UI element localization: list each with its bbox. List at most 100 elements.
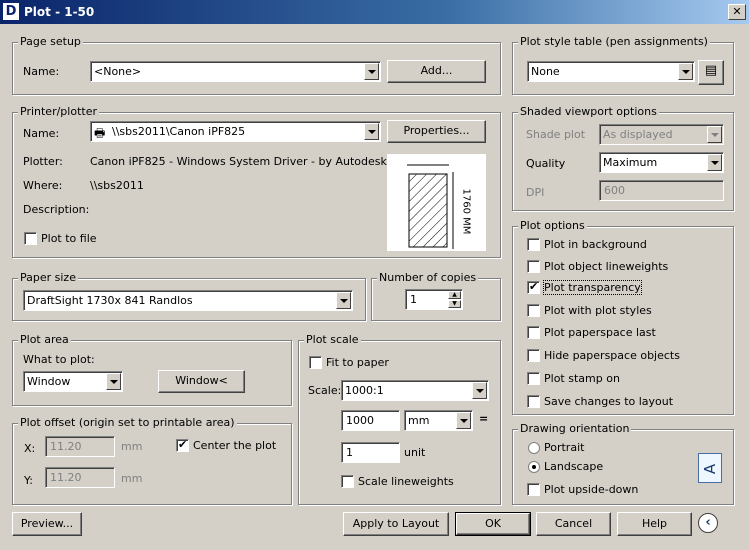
ok-button[interactable]: OK xyxy=(455,512,531,536)
spin-up-icon[interactable]: ▲ xyxy=(448,291,461,299)
copies-spinner[interactable]: 1 ▲ ▼ xyxy=(405,289,463,310)
chevron-down-icon[interactable] xyxy=(472,382,487,399)
unit-amount-input[interactable]: 1 xyxy=(341,442,400,463)
shade-plot-value: As displayed xyxy=(603,128,673,141)
title-bar: D Plot - 1-50 ✕ xyxy=(0,0,749,24)
cancel-button[interactable]: Cancel xyxy=(536,512,611,536)
orientation-letter: A xyxy=(701,463,720,475)
scale-combo[interactable]: 1000:1 xyxy=(341,380,489,401)
chevron-down-icon[interactable] xyxy=(364,123,379,140)
save-changes-checkbox[interactable] xyxy=(527,395,540,408)
plot-with-styles-checkbox[interactable] xyxy=(527,304,540,317)
portrait-radio[interactable] xyxy=(528,442,540,454)
unit-label: unit xyxy=(404,446,426,459)
chevron-down-icon[interactable] xyxy=(364,63,379,80)
offset-x-unit: mm xyxy=(121,440,143,453)
collapse-options-button[interactable]: ‹ xyxy=(698,513,718,533)
shade-plot-combo[interactable]: As displayed xyxy=(599,124,724,145)
plot-scale-legend: Plot scale xyxy=(304,333,361,346)
chevron-down-icon[interactable] xyxy=(336,292,351,309)
plot-object-lineweights-label: Plot object lineweights xyxy=(544,260,669,273)
orientation-preview-icon: A xyxy=(698,453,722,483)
plot-style-combo[interactable]: None xyxy=(527,61,695,82)
description-label: Description: xyxy=(23,203,90,216)
offset-x-label: X: xyxy=(24,442,36,455)
paper-size-legend: Paper size xyxy=(18,271,78,284)
paper-size-combo[interactable]: DraftSight 1730x 841 Randlos xyxy=(23,290,353,311)
help-button[interactable]: Help xyxy=(617,512,692,536)
plot-offset-legend: Plot offset (origin set to printable are… xyxy=(18,416,237,429)
plot-to-file-checkbox[interactable] xyxy=(24,232,37,245)
what-to-plot-combo[interactable]: Window xyxy=(23,371,123,392)
close-button[interactable]: ✕ xyxy=(728,4,746,20)
upside-down-label: Plot upside-down xyxy=(544,483,639,496)
shaded-viewport-legend: Shaded viewport options xyxy=(518,105,659,118)
copies-legend: Number of copies xyxy=(377,271,479,284)
where-value: \\sbs2011 xyxy=(90,179,144,192)
scale-lineweights-checkbox[interactable] xyxy=(341,475,354,488)
properties-button[interactable]: Properties... xyxy=(387,120,486,143)
chevron-down-icon[interactable] xyxy=(707,126,722,143)
offset-x-input[interactable]: 11.20 xyxy=(45,436,115,457)
plot-options-group: Plot options xyxy=(512,219,734,415)
plot-stamp-label: Plot stamp on xyxy=(544,372,620,385)
paper-dimension-label: 1760 MM xyxy=(460,188,472,235)
copies-value: 1 xyxy=(410,293,417,306)
plot-paperspace-last-checkbox[interactable] xyxy=(527,326,540,339)
plot-object-lineweights-checkbox[interactable] xyxy=(527,260,540,273)
plot-stamp-checkbox[interactable] xyxy=(527,372,540,385)
where-label: Where: xyxy=(23,179,63,192)
fit-to-paper-checkbox[interactable] xyxy=(309,356,322,369)
landscape-radio[interactable] xyxy=(528,461,540,473)
scale-amount-input[interactable]: 1000 xyxy=(341,410,400,431)
dpi-value: 600 xyxy=(604,184,625,197)
page-setup-legend: Page setup xyxy=(18,35,83,48)
chevron-left-icon: ‹ xyxy=(705,515,711,530)
page-setup-name-label: Name: xyxy=(23,65,60,78)
scale-label: Scale: xyxy=(308,384,342,397)
chevron-down-icon[interactable] xyxy=(678,63,693,80)
fit-to-paper-label: Fit to paper xyxy=(326,356,389,369)
window-pick-button[interactable]: Window< xyxy=(158,370,245,393)
chevron-down-icon[interactable] xyxy=(456,412,471,429)
plot-with-styles-label: Plot with plot styles xyxy=(544,304,652,317)
dpi-input[interactable]: 600 xyxy=(599,180,724,201)
scale-unit-combo[interactable]: mm xyxy=(404,410,473,431)
scale-value: 1000:1 xyxy=(345,384,384,397)
plot-paperspace-last-label: Plot paperspace last xyxy=(544,326,656,339)
chevron-down-icon[interactable] xyxy=(707,154,722,171)
quality-label: Quality xyxy=(526,157,566,170)
printer-name-value: \\sbs2011\Canon iPF825 xyxy=(112,125,246,138)
apply-to-layout-button[interactable]: Apply to Layout xyxy=(343,512,449,536)
preview-button[interactable]: Preview... xyxy=(12,512,82,536)
plot-to-file-label: Plot to file xyxy=(41,232,97,245)
plot-transparency-checkbox[interactable] xyxy=(527,280,540,294)
add-button[interactable]: Add... xyxy=(387,60,486,83)
plot-in-background-checkbox[interactable] xyxy=(527,238,540,251)
upside-down-checkbox[interactable] xyxy=(527,483,540,496)
scale-amount-value: 1000 xyxy=(346,414,374,427)
offset-y-input[interactable]: 11.20 xyxy=(45,467,115,488)
edit-plot-style-button[interactable]: ▤ xyxy=(698,60,724,85)
spin-down-icon[interactable]: ▼ xyxy=(448,300,461,308)
equals-sign: = xyxy=(479,412,489,425)
plot-transparency-label: Plot transparency xyxy=(543,280,642,295)
offset-y-unit: mm xyxy=(121,472,143,485)
plotter-label: Plotter: xyxy=(23,155,63,168)
plot-in-background-label: Plot in background xyxy=(544,238,647,251)
chevron-down-icon[interactable] xyxy=(106,373,121,390)
printer-name-combo[interactable]: 🖶 \\sbs2011\Canon iPF825 xyxy=(90,121,381,142)
hide-paperspace-objects-checkbox[interactable] xyxy=(527,349,540,362)
page-setup-name-combo[interactable]: <None> xyxy=(90,61,381,82)
printer-name-label: Name: xyxy=(23,127,60,140)
scale-lineweights-label: Scale lineweights xyxy=(358,475,454,488)
scale-unit-value: mm xyxy=(408,414,430,427)
window-title: Plot - 1-50 xyxy=(24,5,95,19)
center-plot-checkbox[interactable] xyxy=(176,438,189,452)
dpi-label: DPI xyxy=(526,186,545,199)
quality-combo[interactable]: Maximum xyxy=(599,152,724,173)
plotter-value: Canon iPF825 - Windows System Driver - b… xyxy=(90,155,387,168)
quality-value: Maximum xyxy=(603,156,658,169)
paper-size-value: DraftSight 1730x 841 Randlos xyxy=(27,294,193,307)
offset-y-label: Y: xyxy=(24,474,33,487)
